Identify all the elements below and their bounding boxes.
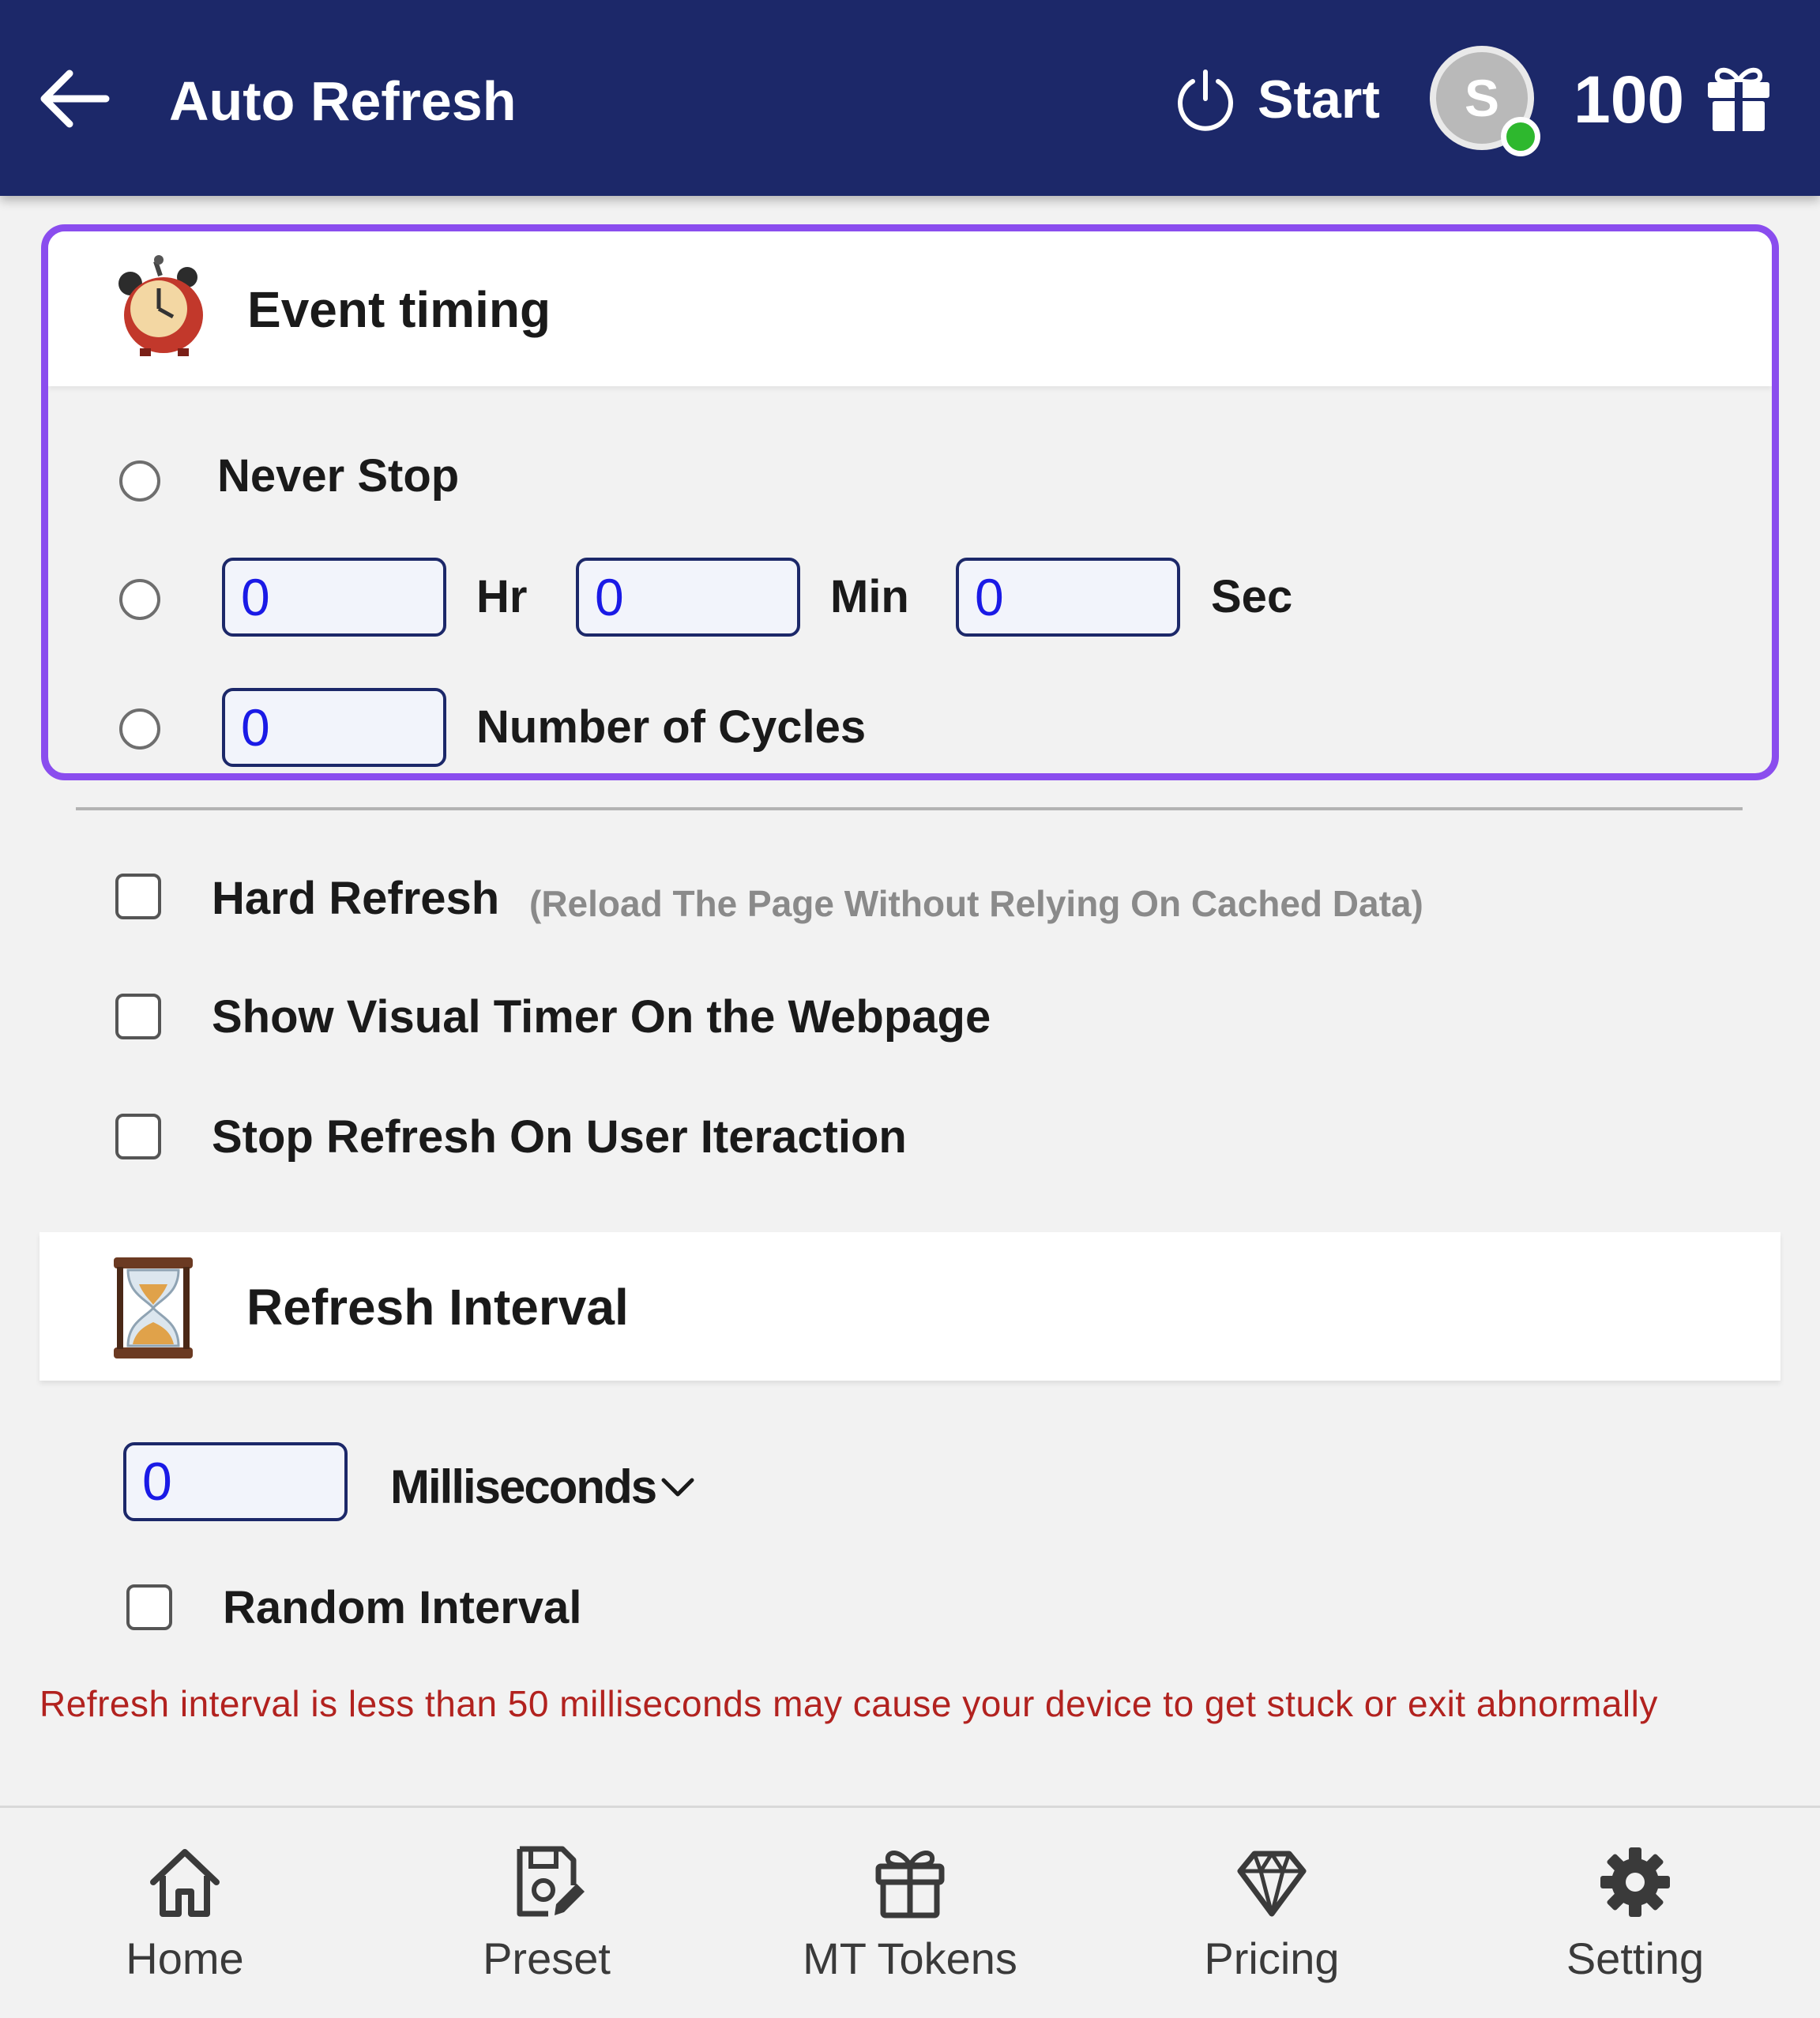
gift-icon[interactable] (1703, 63, 1774, 134)
seconds-input[interactable] (956, 558, 1180, 637)
minutes-input[interactable] (576, 558, 800, 637)
nav-item-preset[interactable]: Preset (404, 1808, 689, 2018)
cycles-input[interactable] (222, 688, 446, 767)
stop-on-interaction-label: Stop Refresh On User Iteraction (212, 1111, 907, 1163)
gift-icon (875, 1851, 945, 1918)
refresh-interval-card: Refresh Interval (39, 1232, 1781, 1381)
event-timing-header: Event timing (48, 231, 1772, 386)
interval-unit-select[interactable]: Milliseconds (390, 1456, 706, 1520)
nav-label: Setting (1566, 1933, 1705, 1983)
alarm-clock-icon (118, 255, 203, 356)
online-status-dot (1501, 117, 1540, 156)
diamond-icon (1237, 1851, 1307, 1917)
never-stop-radio[interactable] (119, 460, 160, 502)
cycles-radio[interactable] (119, 708, 160, 750)
interval-input[interactable] (123, 1442, 348, 1521)
duration-radio[interactable] (119, 579, 160, 620)
app-frame: Auto Refresh Start S 100 Event timing Ne… (0, 0, 1820, 2016)
interval-warning: Refresh interval is less than 50 millise… (39, 1683, 1658, 1724)
home-icon (150, 1849, 220, 1917)
minutes-label: Min (830, 571, 909, 622)
credits-count: 100 (1574, 62, 1685, 137)
hard-refresh-note: (Reload The Page Without Relying On Cach… (529, 883, 1423, 924)
hard-refresh-checkbox[interactable] (115, 874, 161, 919)
seconds-label: Sec (1211, 571, 1293, 622)
nav-label: Preset (483, 1933, 611, 1983)
preset-icon (517, 1846, 585, 1917)
chevron-down-icon (661, 1478, 694, 1497)
event-timing-title: Event timing (247, 281, 551, 338)
app-header: Auto Refresh Start S 100 (0, 0, 1820, 196)
cycles-label: Number of Cycles (476, 701, 867, 753)
hours-label: Hr (476, 571, 528, 622)
hard-refresh-label: Hard Refresh (212, 873, 500, 924)
nav-label: Pricing (1204, 1933, 1340, 1983)
nav-label: Home (126, 1933, 244, 1983)
page-title: Auto Refresh (169, 70, 517, 132)
start-button[interactable]: Start (1169, 63, 1390, 139)
nav-item-pricing[interactable]: Pricing (1130, 1808, 1414, 2018)
nav-label: MT Tokens (803, 1933, 1017, 1983)
section-divider (76, 807, 1743, 810)
visual-timer-label: Show Visual Timer On the Webpage (212, 991, 991, 1043)
random-interval-label: Random Interval (223, 1582, 582, 1633)
random-interval-checkbox[interactable] (126, 1584, 172, 1630)
bottom-nav: Home Preset MT Tokens Pricing Setting (0, 1806, 1820, 2016)
stop-on-interaction-checkbox[interactable] (115, 1114, 161, 1159)
visual-timer-checkbox[interactable] (115, 994, 161, 1039)
interval-unit-label: Milliseconds (390, 1460, 657, 1513)
arrow-left-icon (40, 70, 110, 128)
never-stop-label: Never Stop (217, 450, 460, 502)
start-label: Start (1258, 70, 1380, 130)
nav-item-home[interactable]: Home (43, 1808, 327, 2018)
hourglass-icon (114, 1257, 193, 1358)
gear-icon (1600, 1847, 1670, 1917)
hours-input[interactable] (222, 558, 446, 637)
event-timing-card: Event timing Never Stop Hr Min Sec Numbe… (41, 224, 1779, 780)
refresh-interval-title: Refresh Interval (246, 1279, 629, 1336)
power-icon (1178, 70, 1233, 131)
nav-item-mt-tokens[interactable]: MT Tokens (768, 1808, 1052, 2018)
nav-item-setting[interactable]: Setting (1493, 1808, 1777, 2018)
back-button[interactable] (35, 63, 114, 134)
